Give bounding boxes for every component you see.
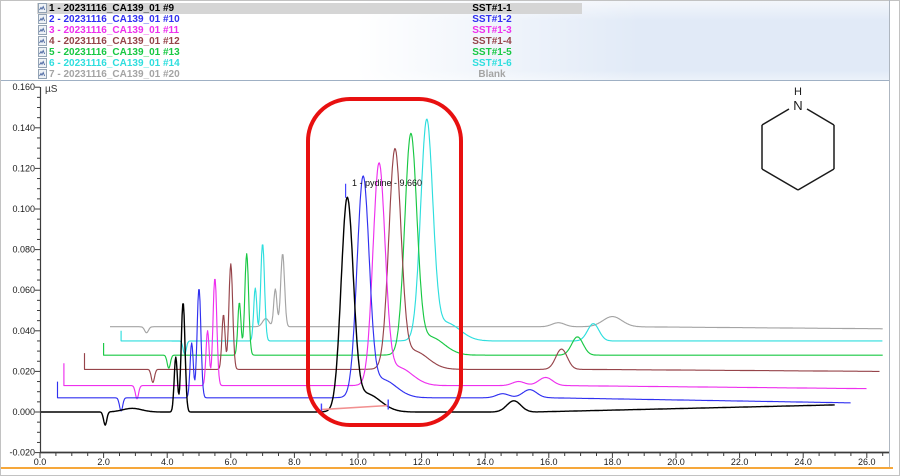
pane-selection-accent	[1, 467, 893, 469]
x-tick-label: 14.0	[476, 457, 494, 467]
y-tick-label: 0.000	[12, 407, 35, 417]
molecule-structure: N H	[742, 84, 854, 196]
hydrogen-atom-label: H	[794, 86, 802, 98]
x-tick-label: 20.0	[667, 457, 685, 467]
x-tick-label: 10.0	[349, 457, 367, 467]
y-tick-label: 0.160	[12, 82, 35, 92]
x-tick-label: 16.0	[540, 457, 558, 467]
pane-right-border	[889, 0, 890, 467]
hexagon-ring	[762, 109, 834, 190]
x-tick-label: 22.0	[731, 457, 749, 467]
x-tick-label: 26.0	[858, 457, 876, 467]
y-tick-label: 0.120	[12, 163, 35, 173]
y-axis-unit-label: µS	[45, 84, 57, 95]
x-tick-label: 18.0	[604, 457, 622, 467]
x-tick-label: 2.0	[97, 457, 110, 467]
x-tick-label: 12.0	[413, 457, 431, 467]
x-tick-label: 24.0	[794, 457, 812, 467]
y-tick-label: 0.060	[12, 285, 35, 295]
highlight-annotation-box	[306, 97, 462, 427]
y-tick-label: 0.140	[12, 123, 35, 133]
series-trace-7	[110, 255, 883, 333]
x-tick-label: 0.0	[34, 457, 47, 467]
y-tick-label: 0.080	[12, 245, 35, 255]
y-tick-label: 0.100	[12, 204, 35, 214]
y-tick-label: 0.040	[12, 326, 35, 336]
nitrogen-atom-label: N	[793, 98, 802, 113]
x-tick-label: 6.0	[225, 457, 238, 467]
x-tick-label: 8.0	[288, 457, 301, 467]
x-tick-label: 4.0	[161, 457, 174, 467]
y-tick-label: -0.020	[9, 448, 35, 458]
y-tick-label: 0.020	[12, 366, 35, 376]
series-trace-3	[64, 163, 867, 399]
